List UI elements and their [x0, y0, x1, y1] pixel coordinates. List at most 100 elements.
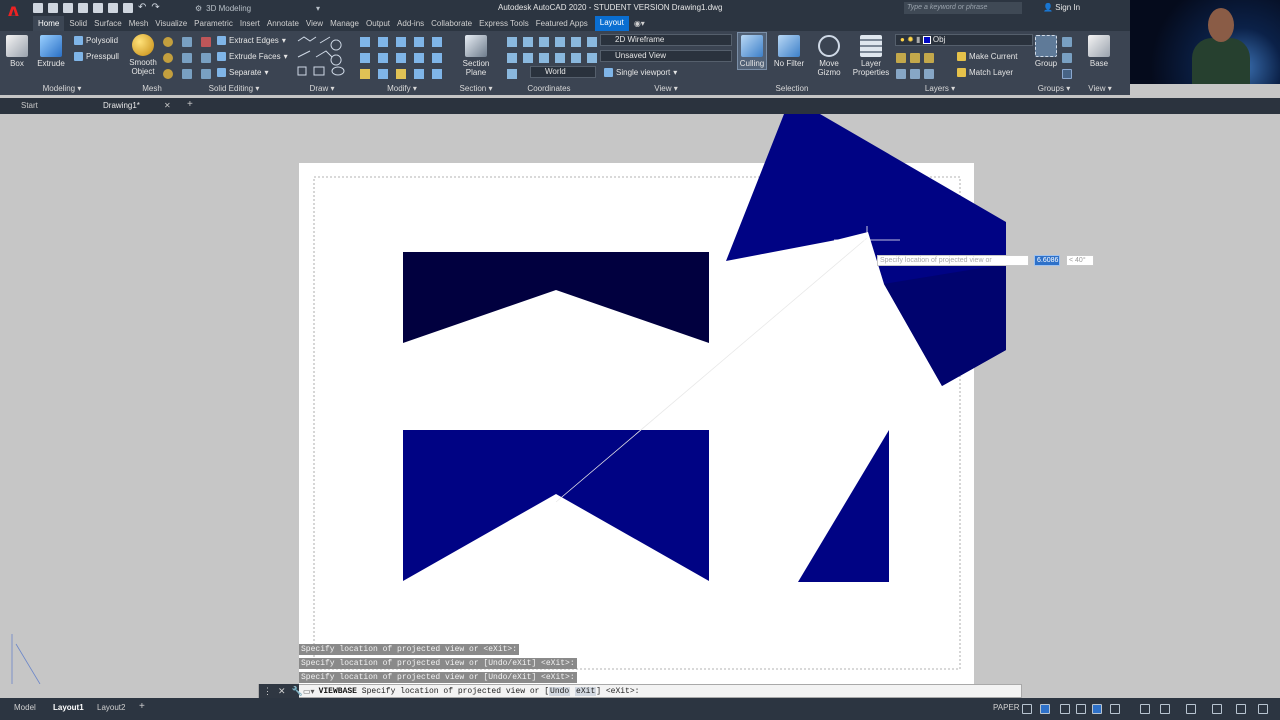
smooth-object-button[interactable]: Smooth Object [127, 34, 159, 76]
coordinates-panel-label[interactable]: Coordinates [503, 83, 595, 95]
draw-panel-label[interactable]: Draw ▾ [292, 83, 352, 95]
interfere-icon[interactable] [201, 37, 211, 47]
sign-in-button[interactable]: 👤 Sign In [1043, 3, 1080, 12]
tab-view[interactable]: View [306, 16, 330, 31]
slice-icon[interactable] [201, 53, 211, 63]
tab-home[interactable]: Home [33, 16, 65, 31]
view-panel-label-2[interactable]: View ▾ [1078, 83, 1122, 95]
move-gizmo-button[interactable]: Move Gizmo [814, 35, 844, 77]
tab-surface[interactable]: Surface [94, 16, 129, 31]
make-current-button[interactable]: Make Current [957, 52, 1017, 61]
subtract-icon[interactable] [182, 53, 192, 63]
snap-icon[interactable] [1040, 704, 1050, 714]
layer-properties-button[interactable]: Layer Properties [852, 35, 890, 77]
command-line[interactable]: ⋮ ✕ 🔧 ▭▾ VIEWBASE Specify location of pr… [258, 684, 1022, 698]
grip-icon[interactable]: ⋮ [263, 686, 272, 697]
open-icon[interactable] [48, 2, 58, 13]
visual-style-combo[interactable]: 2D Wireframe [600, 34, 732, 46]
save-as-icon[interactable] [78, 2, 88, 13]
view-panel-label[interactable]: View ▾ [598, 83, 734, 95]
groups-panel-label[interactable]: Groups ▾ [1032, 83, 1076, 95]
tab-output[interactable]: Output [366, 16, 397, 31]
mesh-smooth-less-icon[interactable] [163, 69, 173, 79]
start-tab[interactable]: Start [21, 101, 38, 110]
box-button[interactable]: Box [4, 35, 30, 68]
redo-icon[interactable]: ↷ [151, 2, 159, 13]
ortho-icon[interactable] [1060, 704, 1070, 714]
tab-layout1[interactable]: Layout1 [53, 703, 84, 712]
recent-commands-icon[interactable]: ▭▾ [299, 687, 315, 696]
tab-mesh[interactable]: Mesh [129, 16, 156, 31]
modify-panel-label[interactable]: Modify ▾ [356, 83, 448, 95]
tab-manage[interactable]: Manage [330, 16, 366, 31]
base-view-button[interactable]: Base [1086, 35, 1112, 68]
group-tool-icon[interactable] [1062, 37, 1072, 47]
selection-panel-label[interactable]: Selection [736, 83, 848, 95]
named-view-combo[interactable]: Unsaved View [600, 50, 732, 62]
layer-tool-icon[interactable] [896, 53, 906, 63]
units-icon[interactable] [1160, 704, 1170, 714]
separate-button[interactable]: Separate ▾ [217, 68, 268, 77]
paper-space-toggle[interactable]: PAPER [993, 703, 1020, 712]
command-prompt[interactable]: VIEWBASE Specify location of projected v… [315, 686, 639, 696]
layers-panel-label[interactable]: Layers ▾ [850, 83, 1030, 95]
add-tab-icon[interactable]: + [187, 99, 193, 110]
layer-tool-icon[interactable] [924, 53, 934, 63]
match-layer-button[interactable]: Match Layer [957, 68, 1013, 77]
mesh-smooth-more-icon[interactable] [163, 53, 173, 63]
close-icon[interactable]: ✕ [278, 686, 286, 697]
print-icon[interactable] [123, 2, 133, 13]
group-selection-toggle-icon[interactable] [1062, 69, 1072, 79]
polysolid-button[interactable]: Polysolid [74, 36, 118, 45]
grid-icon[interactable] [1022, 704, 1032, 714]
draw-tools-icon[interactable] [296, 35, 352, 81]
tab-layout[interactable]: Layout [594, 16, 629, 31]
plot-icon[interactable] [108, 2, 118, 13]
tab-featured-apps[interactable]: Featured Apps [536, 16, 595, 31]
tab-visualize[interactable]: Visualize [155, 16, 194, 31]
viewport-config-button[interactable]: Single viewport ▾ [604, 68, 677, 77]
extract-edges-button[interactable]: Extract Edges ▾ [217, 36, 286, 45]
modeling-panel-label[interactable]: Modeling ▾ [0, 83, 124, 95]
layer-tool-icon[interactable] [924, 69, 934, 79]
drawing-canvas[interactable] [0, 114, 1280, 684]
polar-icon[interactable] [1076, 704, 1086, 714]
close-tab-icon[interactable]: ✕ [164, 101, 171, 110]
tab-add-ins[interactable]: Add-ins [397, 16, 431, 31]
layer-tool-icon[interactable] [910, 53, 920, 63]
tab-insert[interactable]: Insert [240, 16, 267, 31]
mesh-panel-label[interactable]: Mesh [126, 83, 178, 95]
ribbon-options-icon[interactable]: ◉▾ [634, 16, 652, 31]
gear-icon[interactable] [1186, 704, 1196, 714]
modify-tools-icon[interactable] [358, 35, 448, 81]
isolate-icon[interactable] [1236, 704, 1246, 714]
new-icon[interactable] [33, 2, 43, 13]
workspace-switcher[interactable]: ⚙ 3D Modeling ▾ [195, 2, 320, 14]
tab-collaborate[interactable]: Collaborate [431, 16, 479, 31]
drawing-tab[interactable]: Drawing1* [103, 101, 140, 110]
tab-annotate[interactable]: Annotate [267, 16, 306, 31]
add-layout-icon[interactable]: + [139, 701, 145, 712]
web-mobile-icon[interactable] [93, 2, 103, 13]
annotation-icon[interactable] [1110, 704, 1120, 714]
solid-editing-panel-label[interactable]: Solid Editing ▾ [180, 83, 288, 95]
option-exit[interactable]: eXit [575, 686, 597, 696]
culling-button[interactable]: Culling [737, 32, 767, 70]
undo-icon[interactable]: ↶ [138, 2, 146, 13]
union-icon[interactable] [182, 37, 192, 47]
tab-express-tools[interactable]: Express Tools [479, 16, 536, 31]
option-undo[interactable]: Undo [549, 686, 571, 696]
mesh-sphere-icon[interactable] [163, 37, 173, 47]
ucs-world-combo[interactable]: World [530, 66, 596, 78]
plus-icon[interactable] [1212, 704, 1222, 714]
save-icon[interactable] [63, 2, 73, 13]
dynamic-input-distance[interactable]: 6.6086 [1034, 255, 1060, 266]
tab-layout2[interactable]: Layout2 [97, 703, 125, 712]
layer-tool-icon[interactable] [896, 69, 906, 79]
dynamic-input-angle[interactable]: < 40° [1066, 255, 1094, 266]
layer-combo[interactable]: ● ✹ ▮ Obj [895, 34, 1033, 46]
group-button[interactable]: Group [1033, 35, 1059, 68]
search-input[interactable]: Type a keyword or phrase [904, 2, 1022, 14]
group-tool-icon[interactable] [1062, 53, 1072, 63]
presspull-button[interactable]: Presspull [74, 52, 119, 61]
